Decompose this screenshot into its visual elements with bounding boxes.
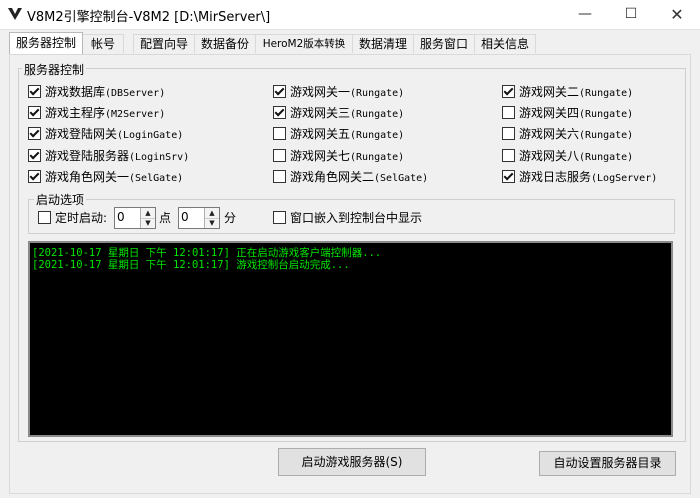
tab-herom2-convert[interactable]: HeroM2版本转换 [255,34,353,53]
checkbox-dbserver[interactable]: 游戏数据库(DBServer) [28,83,165,99]
minute-unit-label: 分 [224,211,237,225]
checkbox-logserver[interactable]: 游戏日志服务(LogServer) [502,168,657,184]
checkbox-selgate-2[interactable]: 游戏角色网关二(SelGate) [273,168,428,184]
checkbox-box[interactable] [502,105,515,119]
minute-down-arrow-icon[interactable]: ▼ [205,218,219,228]
checkbox-box[interactable] [28,84,41,98]
checkbox-m2server[interactable]: 游戏主程序(M2Server) [28,104,165,120]
checkbox-rungate-3[interactable]: 游戏网关三(Rungate) [273,104,404,120]
checkbox-box[interactable] [273,84,286,98]
checkbox-box[interactable] [28,169,41,183]
checkbox-box[interactable] [38,210,51,224]
tab-data-backup[interactable]: 数据备份 [194,34,256,53]
checkbox-rungate-2[interactable]: 游戏网关二(Rungate) [502,83,633,99]
tab-related-info[interactable]: 相关信息 [474,34,536,53]
title-bar: V8M2引擎控制台-V8M2 [D:\MirServer\] — ☐ ✕ [0,0,700,30]
checkbox-logingate[interactable]: 游戏登陆网关(LoginGate) [28,125,183,141]
checkbox-loginsrv[interactable]: 游戏登陆服务器(LoginSrv) [28,147,189,163]
server-control-group-label: 服务器控制 [22,61,87,78]
hour-input[interactable] [117,209,139,225]
tab-data-cleanup[interactable]: 数据清理 [352,34,414,53]
checkbox-box[interactable] [273,210,286,224]
timed-start-checkbox[interactable]: 定时启动: [38,209,107,225]
checkbox-box[interactable] [28,105,41,119]
log-line: [2021-10-17 星期日 下午 12:01:17] 游戏控制台启动完成..… [32,259,350,271]
checkbox-selgate-1[interactable]: 游戏角色网关一(SelGate) [28,168,183,184]
log-line: [2021-10-17 星期日 下午 12:01:17] 正在启动游戏客户端控制… [32,247,382,259]
checkbox-box[interactable] [502,126,515,140]
checkbox-box[interactable] [28,126,41,140]
checkbox-box[interactable] [502,169,515,183]
window-title: V8M2引擎控制台-V8M2 [D:\MirServer\] [27,10,271,25]
tab-config-wizard[interactable]: 配置向导 [133,34,195,53]
minimize-button[interactable]: — [562,0,608,29]
checkbox-rungate-4[interactable]: 游戏网关四(Rungate) [502,104,633,120]
checkbox-box[interactable] [28,148,41,162]
embed-window-checkbox[interactable]: 窗口嵌入到控制台中显示 [273,209,422,225]
checkbox-box[interactable] [502,84,515,98]
hour-down-arrow-icon[interactable]: ▼ [141,218,155,228]
tab-account[interactable]: 帐号 [82,34,124,53]
log-console[interactable]: [2021-10-17 星期日 下午 12:01:17] 正在启动游戏客户端控制… [28,241,673,437]
checkbox-rungate-1[interactable]: 游戏网关一(Rungate) [273,83,404,99]
checkbox-box[interactable] [502,148,515,162]
checkbox-rungate-8[interactable]: 游戏网关八(Rungate) [502,147,633,163]
hour-stepper[interactable]: ▲ ▼ [114,207,156,229]
checkbox-rungate-7[interactable]: 游戏网关七(Rungate) [273,147,404,163]
maximize-button[interactable]: ☐ [608,0,654,29]
start-server-button[interactable]: 启动游戏服务器(S) [278,448,426,476]
hour-unit-label: 点 [159,211,172,225]
close-button[interactable]: ✕ [654,0,700,29]
minute-input[interactable] [181,209,203,225]
checkbox-box[interactable] [273,169,286,183]
checkbox-box[interactable] [273,126,286,140]
checkbox-rungate-5[interactable]: 游戏网关五(Rungate) [273,125,404,141]
checkbox-box[interactable] [273,148,286,162]
checkbox-box[interactable] [273,105,286,119]
minute-stepper[interactable]: ▲ ▼ [178,207,220,229]
tab-service-window[interactable]: 服务窗口 [413,34,475,53]
app-logo-icon [8,8,22,20]
checkbox-rungate-6[interactable]: 游戏网关六(Rungate) [502,125,633,141]
startup-options-label: 启动选项 [34,191,87,208]
auto-set-dir-button[interactable]: 自动设置服务器目录 [539,451,676,476]
tab-server-control[interactable]: 服务器控制 [9,32,83,54]
